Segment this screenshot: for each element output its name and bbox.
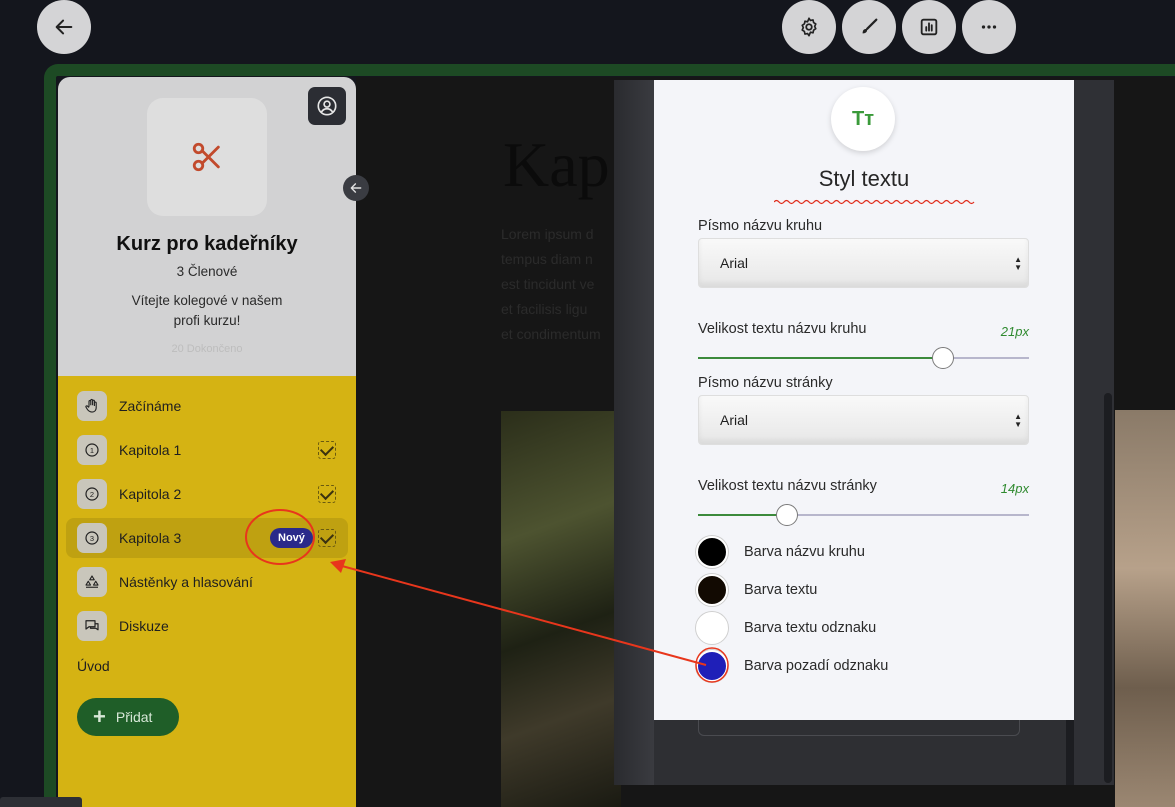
- color-row-badge-bg[interactable]: Barva pozadí odznaku: [696, 648, 888, 684]
- svg-text:2: 2: [90, 490, 94, 499]
- circle-size-slider[interactable]: [698, 346, 1029, 370]
- color-label: Barva pozadí odznaku: [744, 658, 889, 674]
- nav-label: Kapitola 2: [119, 486, 182, 502]
- nav-item-zaciname[interactable]: Začínáme: [66, 386, 348, 426]
- select-arrows-icon: ▲ ▼: [1014, 412, 1022, 429]
- nav-label: Kapitola 3: [119, 530, 182, 546]
- scrollbar[interactable]: [1104, 393, 1112, 783]
- slider-thumb[interactable]: [776, 504, 798, 526]
- back-button[interactable]: [37, 0, 91, 54]
- collapse-sidebar-button[interactable]: [343, 175, 369, 201]
- svg-text:1: 1: [90, 446, 94, 455]
- page-size-value: 14px: [1000, 481, 1029, 496]
- nav-item-nastenky[interactable]: Nástěnky a hlasování: [66, 562, 348, 602]
- color-swatch[interactable]: [696, 574, 728, 606]
- color-swatch[interactable]: [696, 650, 728, 682]
- slider-fill: [698, 357, 943, 359]
- stats-button[interactable]: [902, 0, 956, 54]
- user-circle-icon: [317, 96, 337, 116]
- course-header: Kurz pro kadeřníky 3 Členové Vítejte kol…: [58, 77, 356, 376]
- add-button-label: Přidat: [115, 709, 153, 725]
- profile-button[interactable]: [308, 87, 346, 125]
- completed-check-icon: [318, 441, 336, 459]
- circle-font-label: Písmo názvu kruhu: [698, 218, 823, 234]
- progress-text: 20 Dokončeno: [171, 343, 243, 355]
- svg-text:3: 3: [90, 534, 94, 543]
- more-icon: [981, 25, 997, 29]
- text-style-panel: Tт Styl textu Písmo názvu kruhu Arial ▲ ▼…: [654, 80, 1074, 720]
- color-label: Barva textu odznaku: [744, 620, 877, 636]
- design-button[interactable]: [842, 0, 896, 54]
- number-1-icon: 1: [77, 435, 107, 465]
- number-3-icon: 3: [77, 523, 107, 553]
- nav-label: Diskuze: [119, 618, 169, 634]
- chat-icon: [77, 611, 107, 641]
- panel-title: Styl textu: [818, 166, 910, 191]
- circle-font-select[interactable]: Arial ▲ ▼: [698, 238, 1029, 288]
- color-row-text[interactable]: Barva textu: [696, 572, 817, 608]
- course-navigation: Začínáme 1 Kapitola 1 2 Kapitola 2 3 Kap…: [58, 376, 356, 807]
- slider-thumb[interactable]: [932, 347, 954, 369]
- course-description: Vítejte kolegové v našem profi kurzu!: [131, 293, 283, 328]
- scissors-icon: [192, 142, 220, 172]
- member-count: 3 Členové: [176, 264, 238, 279]
- arrow-left-icon: [350, 183, 362, 193]
- scrollbar-inner[interactable]: [1066, 720, 1074, 785]
- circle-size-value: 21px: [1000, 324, 1029, 339]
- color-swatch[interactable]: [696, 612, 728, 644]
- nav-label: Začínáme: [119, 398, 182, 414]
- page-size-label: Velikost textu názvu stránky: [698, 478, 877, 494]
- course-logo[interactable]: [147, 98, 267, 216]
- plus-icon: +: [93, 704, 106, 729]
- page-font-select[interactable]: Arial ▲ ▼: [698, 395, 1029, 445]
- annotation-circle: [245, 509, 315, 565]
- arrow-left-icon: [55, 19, 73, 35]
- gear-icon: [801, 17, 817, 37]
- circle-size-label: Velikost textu názvu kruhu: [698, 321, 867, 337]
- select-arrows-icon: ▲ ▼: [1014, 255, 1022, 272]
- page-font-label: Písmo názvu stránky: [698, 375, 833, 391]
- nav-item-diskuze[interactable]: Diskuze: [66, 606, 348, 646]
- chart-icon: [920, 18, 938, 36]
- color-row-circle-title[interactable]: Barva názvu kruhu: [696, 534, 865, 570]
- color-label: Barva názvu kruhu: [744, 544, 865, 560]
- add-button[interactable]: + Přidat: [77, 698, 179, 736]
- spellcheck-underline: [774, 199, 975, 205]
- circle-font-value: Arial: [720, 255, 749, 271]
- page-font-value: Arial: [720, 412, 749, 428]
- nav-label: Kapitola 1: [119, 442, 182, 458]
- color-swatch[interactable]: [696, 536, 728, 568]
- modal-backdrop-edge: [614, 80, 654, 785]
- text-style-icon: Tт: [831, 87, 895, 151]
- color-label: Barva textu: [744, 582, 818, 598]
- course-title: Kurz pro kadeřníky: [116, 233, 298, 255]
- nav-item-kapitola-1[interactable]: 1 Kapitola 1: [66, 430, 348, 470]
- bottom-tab[interactable]: [0, 797, 82, 807]
- course-sidebar: Kurz pro kadeřníky 3 Členové Vítejte kol…: [58, 77, 356, 807]
- nav-item-kapitola-2[interactable]: 2 Kapitola 2: [66, 474, 348, 514]
- number-2-icon: 2: [77, 479, 107, 509]
- section-label[interactable]: Úvod: [77, 658, 110, 674]
- brush-icon: [862, 18, 878, 34]
- voting-icon: [77, 567, 107, 597]
- hand-icon: [77, 391, 107, 421]
- nav-label: Nástěnky a hlasování: [119, 574, 253, 590]
- slider-fill: [698, 514, 787, 516]
- settings-button[interactable]: [782, 0, 836, 54]
- completed-check-icon: [318, 529, 336, 547]
- page-size-slider[interactable]: [698, 503, 1029, 527]
- completed-check-icon: [318, 485, 336, 503]
- more-button[interactable]: [962, 0, 1016, 54]
- color-row-badge-text[interactable]: Barva textu odznaku: [696, 610, 876, 646]
